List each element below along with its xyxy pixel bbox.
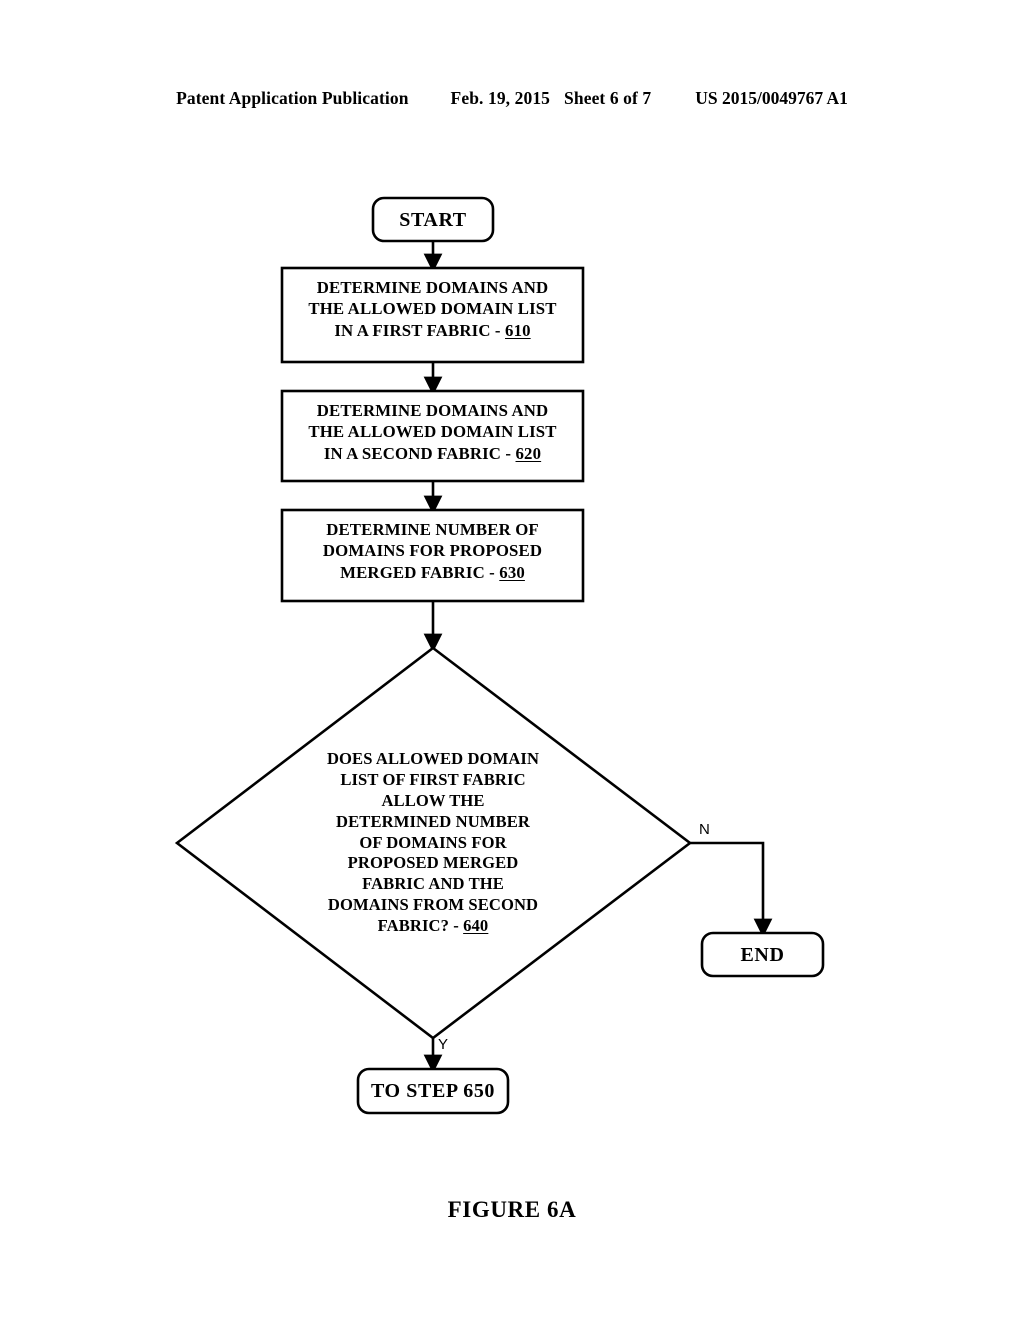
step-620-line-3: IN A SECOND FABRIC - <box>323 443 516 463</box>
connector-640-no-to-end <box>690 841 773 938</box>
decision-640-line-4: DETERMINED NUMBER <box>336 811 530 831</box>
flowchart: START DETERMINE DOMAINS AND THE ALLOWED … <box>0 0 1024 1320</box>
flowchart-graphics <box>174 196 825 1115</box>
step-630-number: 630 <box>499 562 525 582</box>
decision-640-line-3: ALLOW THE <box>381 790 485 810</box>
step-610-number: 610 <box>505 320 531 340</box>
step-630-line-2: DOMAINS FOR PROPOSED <box>322 541 543 561</box>
decision-640-number: 640 <box>463 916 489 936</box>
step-630-line-1: DETERMINE NUMBER OF <box>326 520 539 539</box>
decision-640-line-2: LIST OF FIRST FABRIC <box>340 769 526 789</box>
decision-640-line-8: DOMAINS FROM SECOND <box>327 895 539 915</box>
branch-label-yes: Y <box>438 1036 449 1053</box>
decision-640-line-6: PROPOSED MERGED <box>347 853 519 873</box>
start-node-label: START <box>399 208 467 231</box>
step-610-line-2: THE ALLOWED DOMAIN LIST <box>308 299 557 319</box>
decision-640-line-9: FABRIC? - <box>377 916 464 936</box>
decision-640-line-7: FABRIC AND THE <box>362 874 504 894</box>
figure-caption: FIGURE 6A <box>447 1197 577 1222</box>
step-630-label: DETERMINE NUMBER OF DOMAINS FOR PROPOSED… <box>282 510 583 601</box>
decision-640-line-1: DOES ALLOWED DOMAIN <box>326 748 540 768</box>
to-step-650-label: TO STEP 650 <box>370 1080 496 1102</box>
step-620-line-1: DETERMINE DOMAINS AND <box>316 401 549 420</box>
step-610-label: DETERMINE DOMAINS AND THE ALLOWED DOMAIN… <box>282 268 583 362</box>
step-620-line-2: THE ALLOWED DOMAIN LIST <box>308 422 557 442</box>
step-630-line-3: MERGED FABRIC - <box>340 562 500 582</box>
step-610-line-1: DETERMINE DOMAINS AND <box>316 278 549 297</box>
decision-640-label: DOES ALLOWED DOMAIN LIST OF FIRST FABRIC… <box>283 748 583 938</box>
decision-640-line-5: OF DOMAINS FOR <box>359 832 507 852</box>
patent-figure-page: Patent Application Publication Feb. 19, … <box>0 0 1024 1320</box>
branch-label-no: N <box>699 821 710 838</box>
step-610-line-3: IN A FIRST FABRIC - <box>334 320 506 340</box>
end-node-label: END <box>740 943 785 966</box>
step-620-number: 620 <box>515 443 542 463</box>
step-620-label: DETERMINE DOMAINS AND THE ALLOWED DOMAIN… <box>282 391 583 481</box>
